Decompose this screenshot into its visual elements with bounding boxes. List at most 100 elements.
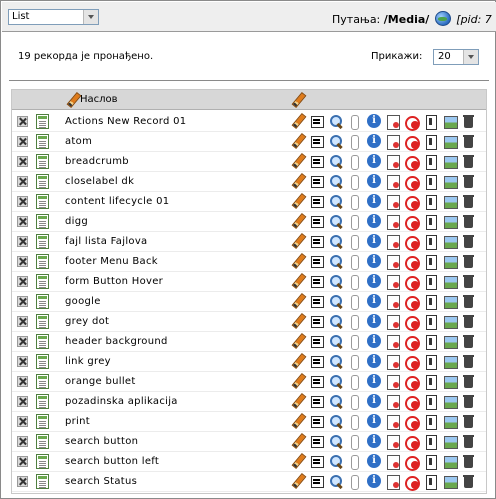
image-icon[interactable] (443, 414, 458, 430)
edit-icon[interactable] (291, 474, 305, 488)
record-title[interactable]: search button left (65, 456, 159, 467)
record-title[interactable]: breadcrumb (65, 156, 129, 167)
select-checkbox[interactable] (17, 196, 28, 207)
record-title[interactable]: footer Menu Back (65, 256, 158, 267)
history-icon[interactable] (386, 154, 400, 170)
record-title[interactable]: pozadinska aplikacija (65, 396, 178, 407)
attachment-icon[interactable] (348, 374, 362, 390)
info-icon[interactable] (367, 394, 381, 410)
attachment-icon[interactable] (348, 234, 362, 250)
image-icon[interactable] (443, 234, 458, 250)
info-icon[interactable] (367, 274, 381, 290)
permissions-icon[interactable] (424, 174, 438, 190)
edit-icon[interactable] (291, 154, 305, 168)
move-icon[interactable] (310, 314, 324, 330)
attachment-icon[interactable] (348, 394, 362, 410)
history-icon[interactable] (386, 214, 400, 230)
document-icon[interactable] (36, 274, 49, 289)
zoom-icon[interactable] (329, 294, 343, 310)
move-icon[interactable] (310, 274, 324, 290)
delete-icon[interactable] (462, 134, 476, 150)
info-icon[interactable] (367, 194, 381, 210)
zoom-icon[interactable] (329, 394, 343, 410)
edit-icon[interactable] (66, 93, 80, 107)
select-checkbox[interactable] (17, 416, 28, 427)
record-title[interactable]: link grey (65, 356, 111, 367)
permissions-icon[interactable] (424, 414, 438, 430)
zoom-icon[interactable] (329, 314, 343, 330)
move-icon[interactable] (310, 114, 324, 130)
move-icon[interactable] (310, 354, 324, 370)
record-title[interactable]: form Button Hover (65, 276, 163, 287)
history-icon[interactable] (386, 354, 400, 370)
info-icon[interactable] (367, 134, 381, 150)
info-icon[interactable] (367, 434, 381, 450)
history-icon[interactable] (386, 434, 400, 450)
document-icon[interactable] (36, 254, 49, 269)
permissions-icon[interactable] (424, 114, 438, 130)
zoom-icon[interactable] (329, 414, 343, 430)
history-icon[interactable] (386, 114, 400, 130)
disable-icon[interactable] (405, 234, 420, 251)
delete-icon[interactable] (462, 394, 476, 410)
move-icon[interactable] (310, 294, 324, 310)
image-icon[interactable] (443, 454, 458, 470)
move-icon[interactable] (310, 214, 324, 230)
move-icon[interactable] (310, 454, 324, 470)
select-checkbox[interactable] (17, 216, 28, 227)
select-checkbox[interactable] (17, 336, 28, 347)
select-checkbox[interactable] (17, 456, 28, 467)
select-checkbox[interactable] (17, 436, 28, 447)
disable-icon[interactable] (405, 354, 420, 371)
edit-icon[interactable] (291, 434, 305, 448)
move-icon[interactable] (310, 154, 324, 170)
attachment-icon[interactable] (348, 174, 362, 190)
select-checkbox[interactable] (17, 236, 28, 247)
disable-icon[interactable] (405, 334, 420, 351)
document-icon[interactable] (36, 214, 49, 229)
image-icon[interactable] (443, 174, 458, 190)
select-checkbox[interactable] (17, 316, 28, 327)
attachment-icon[interactable] (348, 134, 362, 150)
edit-icon[interactable] (291, 114, 305, 128)
document-icon[interactable] (36, 194, 49, 209)
attachment-icon[interactable] (348, 194, 362, 210)
edit-icon[interactable] (291, 214, 305, 228)
record-title[interactable]: orange bullet (65, 376, 136, 387)
chevron-down-icon[interactable] (83, 10, 98, 24)
disable-icon[interactable] (405, 474, 420, 491)
disable-icon[interactable] (405, 254, 420, 271)
record-title[interactable]: content lifecycle 01 (65, 196, 169, 207)
history-icon[interactable] (386, 234, 400, 250)
attachment-icon[interactable] (348, 474, 362, 490)
record-title[interactable]: header background (65, 336, 168, 347)
image-icon[interactable] (443, 434, 458, 450)
zoom-icon[interactable] (329, 134, 343, 150)
permissions-icon[interactable] (424, 374, 438, 390)
edit-icon[interactable] (291, 334, 305, 348)
record-title[interactable]: Actions New Record 01 (65, 116, 186, 127)
select-checkbox[interactable] (17, 376, 28, 387)
edit-icon[interactable] (291, 294, 305, 308)
edit-icon[interactable] (291, 174, 305, 188)
disable-icon[interactable] (405, 374, 420, 391)
permissions-icon[interactable] (424, 134, 438, 150)
image-icon[interactable] (443, 214, 458, 230)
select-checkbox[interactable] (17, 356, 28, 367)
attachment-icon[interactable] (348, 114, 362, 130)
edit-icon[interactable] (291, 454, 305, 468)
globe-icon[interactable] (434, 11, 451, 26)
permissions-icon[interactable] (424, 154, 438, 170)
document-icon[interactable] (36, 434, 49, 449)
zoom-icon[interactable] (329, 454, 343, 470)
chevron-down-icon[interactable] (463, 50, 478, 64)
document-icon[interactable] (36, 154, 49, 169)
zoom-icon[interactable] (329, 434, 343, 450)
document-icon[interactable] (36, 234, 49, 249)
permissions-icon[interactable] (424, 294, 438, 310)
image-icon[interactable] (443, 254, 458, 270)
zoom-icon[interactable] (329, 274, 343, 290)
info-icon[interactable] (367, 174, 381, 190)
delete-icon[interactable] (462, 154, 476, 170)
disable-icon[interactable] (405, 214, 420, 231)
